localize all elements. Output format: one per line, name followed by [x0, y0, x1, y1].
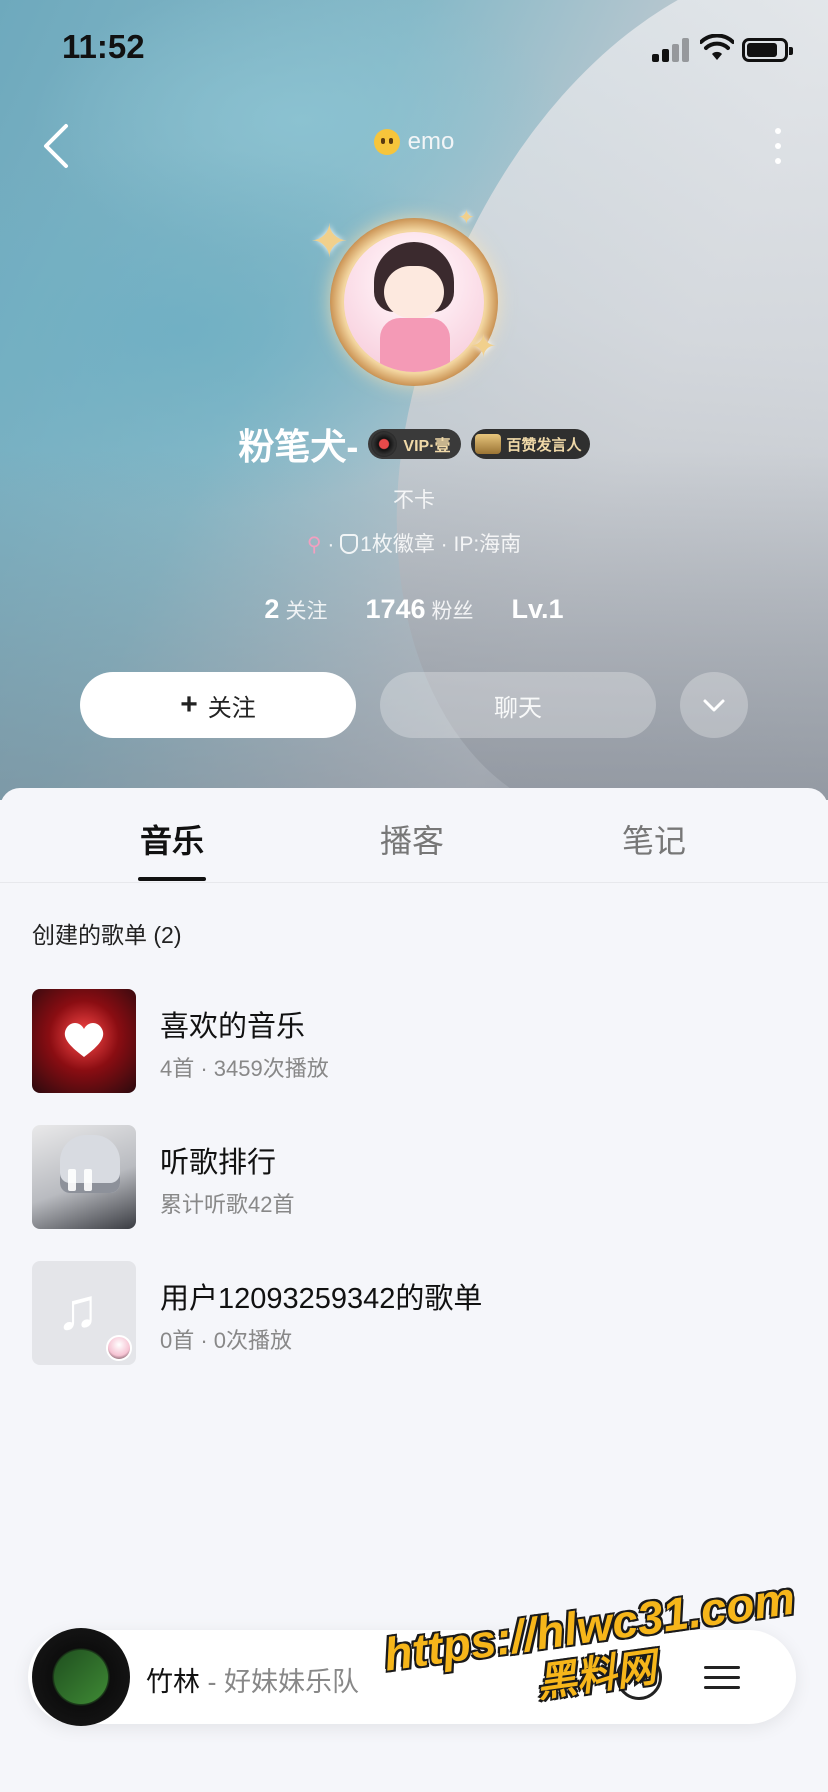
cellular-signal-icon	[652, 38, 692, 62]
name-row: 粉笔犬- VIP·壹 百赞发言人	[0, 418, 828, 470]
tab-music[interactable]: 音乐	[140, 816, 204, 862]
playlist-subtitle: 0首 · 0次播放	[160, 1328, 293, 1353]
tab-bar: 音乐 播客 笔记	[0, 788, 828, 883]
tab-underline	[138, 877, 206, 881]
tab-notes[interactable]: 笔记	[622, 816, 686, 862]
stat-level[interactable]: Lv.1	[512, 594, 564, 625]
now-playing-artist: 好妹妹乐队	[224, 1667, 359, 1697]
mic-icon	[474, 434, 501, 454]
playlist-title: 用户12093259342的歌单	[160, 1283, 483, 1315]
wifi-icon	[700, 34, 734, 60]
section-title[interactable]: 创建的歌单 (2)	[32, 916, 182, 950]
follow-label: 关注	[207, 694, 256, 722]
chevron-down-icon	[703, 699, 725, 712]
now-playing-separator: -	[200, 1667, 224, 1697]
follow-button[interactable]: + 关注	[80, 672, 356, 738]
plus-icon: +	[180, 688, 198, 721]
gender-icon: ⚲	[306, 534, 322, 556]
pause-icon	[68, 1169, 96, 1191]
more-vertical-icon[interactable]	[764, 124, 792, 168]
status-bar: 11:52	[0, 0, 828, 100]
playlist-item[interactable]: 听歌排行 累计听歌42首	[32, 1125, 792, 1229]
music-note-icon: ♫	[56, 1277, 100, 1342]
playlist-title: 喜欢的音乐	[160, 1011, 306, 1043]
now-playing-text: 竹林 - 好妹妹乐队	[146, 1660, 359, 1699]
avatar-image	[344, 232, 484, 372]
heart-icon	[64, 1023, 104, 1057]
vip-badge-label: VIP·壹	[403, 438, 451, 455]
playlist-subtitle: 累计听歌42首	[160, 1192, 295, 1217]
user-name: 粉笔犬-	[238, 426, 359, 467]
praise-badge[interactable]: 百赞发言人	[470, 429, 590, 459]
medal-icon	[340, 534, 359, 554]
playlist-subtitle: 4首 · 3459次播放	[160, 1056, 329, 1081]
album-art	[54, 1650, 108, 1704]
profile-meta: ⚲ · 1枚徽章 · IP:海南	[306, 533, 522, 556]
playlist-item[interactable]: 喜欢的音乐 4首 · 3459次播放	[32, 989, 792, 1093]
playlist-cover	[32, 1125, 136, 1229]
mini-avatar	[106, 1335, 132, 1361]
sparkle-icon: ✦	[458, 207, 475, 229]
mood-text: emo	[407, 128, 455, 155]
chat-label: 聊天	[494, 694, 542, 722]
profile-stats: 2 关注 1746 粉丝 Lv.1	[0, 594, 828, 625]
playlist-item[interactable]: ♫ 用户12093259342的歌单 0首 · 0次播放	[32, 1261, 792, 1365]
status-time: 11:52	[62, 28, 145, 65]
praise-badge-label: 百赞发言人	[506, 436, 582, 454]
battery-icon	[742, 38, 793, 62]
emo-face-icon	[373, 129, 400, 155]
user-signature: 不卡	[393, 489, 435, 512]
album-disc[interactable]	[32, 1628, 130, 1726]
chat-button[interactable]: 聊天	[380, 672, 656, 738]
sparkle-icon: ✦	[310, 215, 349, 267]
ip-location: IP:海南	[453, 533, 522, 556]
playlist-cover	[32, 989, 136, 1093]
medal-count: 1枚徽章	[360, 533, 435, 556]
medal-link[interactable]: 1枚徽章	[340, 533, 435, 556]
stat-following[interactable]: 2 关注	[264, 594, 327, 625]
tab-podcast[interactable]: 播客	[380, 816, 444, 862]
sparkle-icon: ✦	[470, 328, 497, 364]
expand-button[interactable]	[680, 672, 748, 738]
playlist-title: 听歌排行	[160, 1147, 277, 1179]
stat-followers[interactable]: 1746 粉丝	[365, 594, 473, 625]
vip-badge[interactable]: VIP·壹	[368, 429, 461, 459]
vinyl-icon	[371, 431, 398, 457]
now-playing-song: 竹林	[146, 1667, 200, 1697]
mood-status[interactable]: emo	[0, 128, 828, 156]
playlist-cover: ♫	[32, 1261, 136, 1365]
avatar[interactable]: ✦ ✦ ✦	[310, 208, 498, 386]
